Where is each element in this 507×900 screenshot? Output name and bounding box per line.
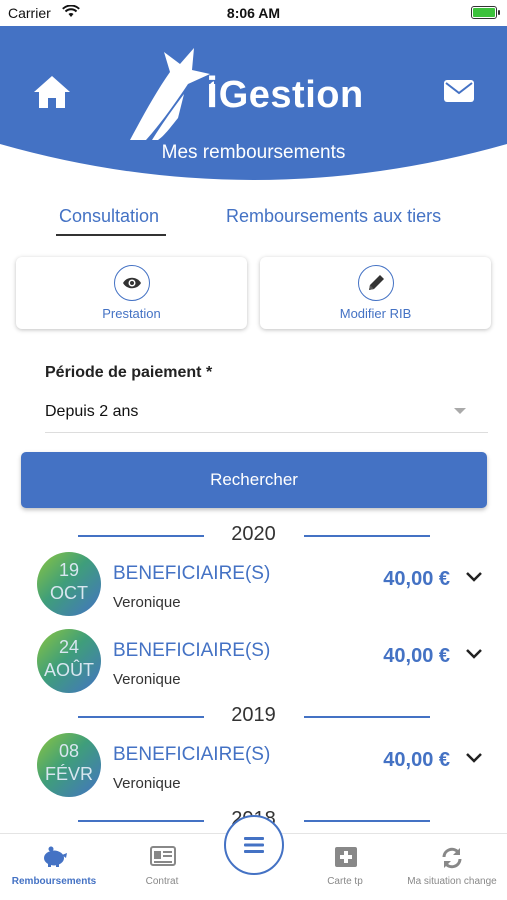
app-header: iGestion Mes remboursements [0,26,507,186]
prestation-label: Prestation [102,306,161,321]
refresh-icon [442,847,462,869]
search-button[interactable]: Rechercher [21,452,487,508]
list-item[interactable]: 08 FÉVR BENEFICIAIRE(S) Veronique 40,00 … [0,729,507,801]
tab-carte-tp[interactable]: Carte tp [295,834,395,900]
medical-card-icon [335,847,357,867]
tab-remboursements-tiers[interactable]: Remboursements aux tiers [226,206,441,227]
period-value: Depuis 2 ans [45,403,139,420]
modifier-rib-label: Modifier RIB [339,306,412,321]
dropdown-caret-icon [454,408,466,414]
item-amount: 40,00 € [383,645,450,667]
hamburger-menu-icon [244,837,264,853]
prestation-icon-circle [113,265,150,301]
chevron-down-icon[interactable] [465,647,483,661]
home-button[interactable] [32,74,72,110]
tab-bar-top: Consultation Remboursements aux tiers [0,206,507,240]
mail-icon [444,80,474,102]
rib-icon-circle [357,265,394,301]
logo-star-icon [130,48,223,140]
tab-label: Ma situation change [407,876,497,887]
date-badge: 24 AOÛT [37,629,101,693]
item-beneficiary: Veronique [113,671,181,688]
chevron-down-icon[interactable] [465,751,483,765]
year-separator: 2019 [0,704,507,728]
item-amount: 40,00 € [383,749,450,771]
list-item[interactable]: 24 AOÛT BENEFICIAIRE(S) Veronique 40,00 … [0,625,507,697]
modifier-rib-card[interactable]: Modifier RIB [260,257,491,329]
status-time: 8:06 AM [226,5,281,21]
logo-text: iGestion [206,68,364,117]
year-separator: 2020 [0,523,507,547]
item-beneficiary: Veronique [113,594,181,611]
id-card-icon [150,846,176,866]
piggy-bank-icon [44,846,67,867]
app-logo: iGestion [124,44,394,144]
year-label: 2019 [231,704,276,726]
tab-ma-situation-change[interactable]: Ma situation change [402,834,502,900]
item-title: BENEFICIAIRE(S) [113,563,271,584]
list-item[interactable]: 19 OCT BENEFICIAIRE(S) Veronique 40,00 € [0,548,507,620]
year-label: 2020 [231,523,276,545]
tab-remboursements[interactable]: Remboursements [4,834,104,900]
item-title: BENEFICIAIRE(S) [113,744,271,765]
active-tab-indicator [56,234,166,236]
eye-icon [122,277,141,289]
status-bar: Carrier 8:06 AM [0,0,507,26]
period-select[interactable]: Depuis 2 ans [45,395,488,433]
date-badge: 08 FÉVR [37,733,101,797]
tab-label: Contrat [145,876,179,887]
chevron-down-icon[interactable] [465,570,483,584]
item-title: BENEFICIAIRE(S) [113,640,271,661]
tab-contrat[interactable]: Contrat [112,834,212,900]
pencil-icon [368,275,384,290]
period-label: Période de paiement * [45,364,213,381]
date-badge: 19 OCT [37,552,101,616]
mail-button[interactable] [443,78,475,104]
menu-button[interactable] [224,815,284,875]
item-amount: 40,00 € [383,568,450,590]
prestation-card[interactable]: Prestation [16,257,247,329]
battery-icon [471,6,500,19]
tab-label: Remboursements [11,876,97,887]
page-title: Mes remboursements [161,142,346,163]
home-icon [34,76,70,108]
item-beneficiary: Veronique [113,775,181,792]
tab-consultation[interactable]: Consultation [59,206,159,227]
tab-label: Carte tp [327,876,363,887]
